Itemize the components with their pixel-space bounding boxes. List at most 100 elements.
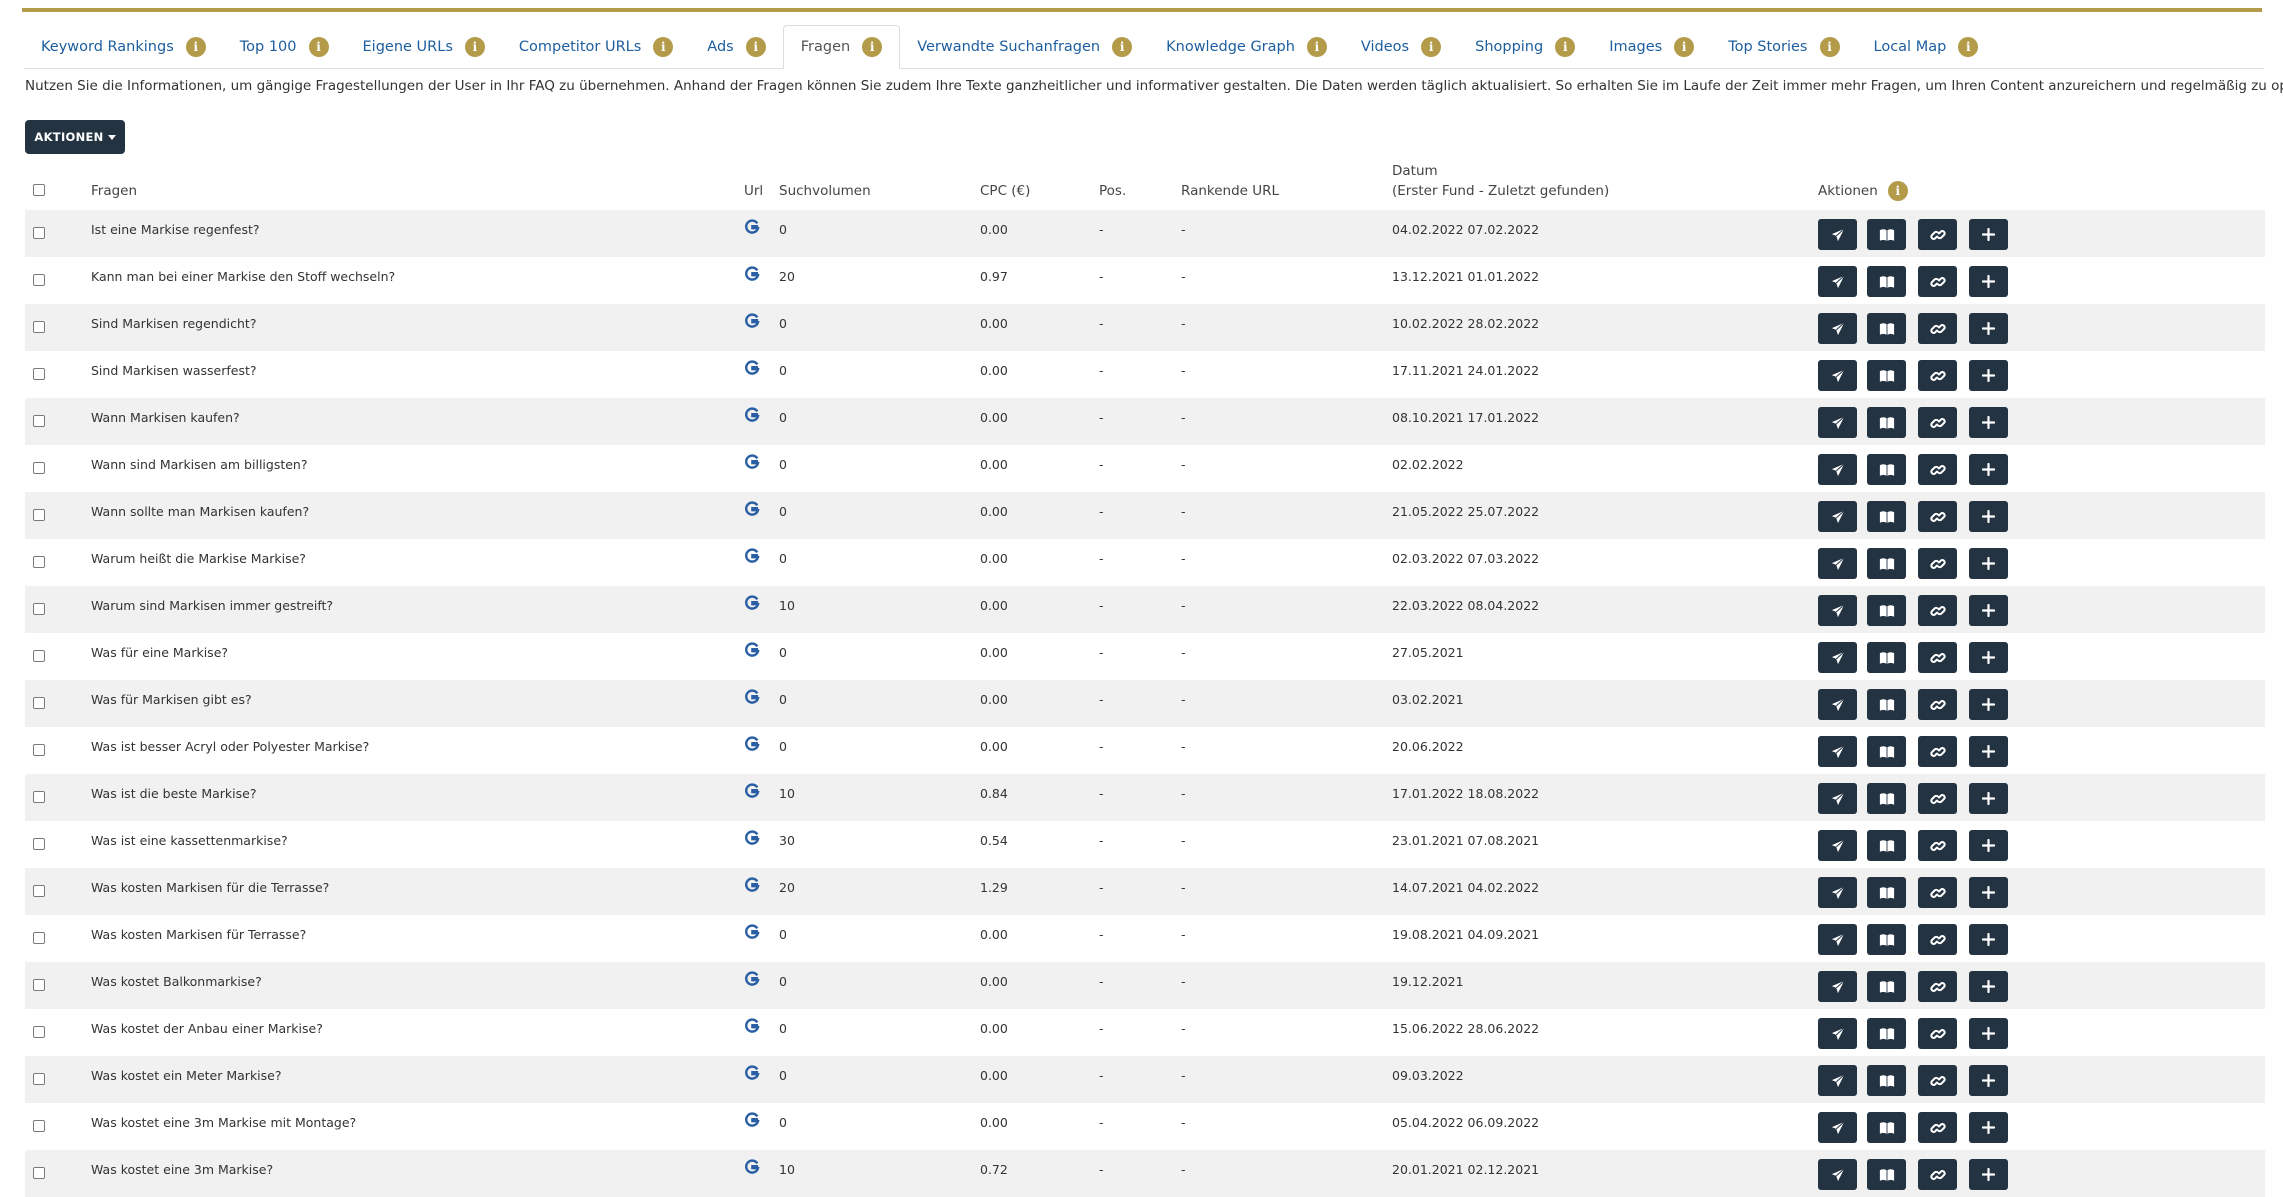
link-button[interactable] (1918, 924, 1957, 955)
send-button[interactable] (1818, 219, 1857, 250)
row-checkbox[interactable] (33, 697, 45, 709)
link-button[interactable] (1918, 595, 1957, 626)
tab-shopping[interactable]: Shopping i (1458, 25, 1592, 68)
book-button[interactable] (1867, 736, 1906, 767)
book-button[interactable] (1867, 1065, 1906, 1096)
google-g-icon[interactable] (744, 783, 760, 799)
link-button[interactable] (1918, 736, 1957, 767)
link-button[interactable] (1918, 219, 1957, 250)
link-button[interactable] (1918, 407, 1957, 438)
google-g-icon[interactable] (744, 501, 760, 517)
row-checkbox[interactable] (33, 274, 45, 286)
book-button[interactable] (1867, 830, 1906, 861)
link-button[interactable] (1918, 1159, 1957, 1190)
info-icon[interactable]: i (862, 37, 883, 57)
add-button[interactable] (1969, 1112, 2008, 1143)
row-checkbox[interactable] (33, 368, 45, 380)
send-button[interactable] (1818, 407, 1857, 438)
column-header-cpc[interactable]: CPC (€) (980, 181, 1030, 201)
send-button[interactable] (1818, 1065, 1857, 1096)
add-button[interactable] (1969, 501, 2008, 532)
column-header-date[interactable]: Datum (Erster Fund - Zuletzt gefunden) (1392, 161, 1609, 201)
google-g-icon[interactable] (744, 877, 760, 893)
tab-fragen[interactable]: Fragen i (782, 25, 901, 69)
row-checkbox[interactable] (33, 1167, 45, 1179)
book-button[interactable] (1867, 689, 1906, 720)
row-checkbox[interactable] (33, 932, 45, 944)
row-checkbox[interactable] (33, 791, 45, 803)
row-checkbox[interactable] (33, 744, 45, 756)
google-g-icon[interactable] (744, 595, 760, 611)
book-button[interactable] (1867, 313, 1906, 344)
row-checkbox[interactable] (33, 838, 45, 850)
row-checkbox[interactable] (33, 885, 45, 897)
row-checkbox[interactable] (33, 603, 45, 615)
send-button[interactable] (1818, 360, 1857, 391)
info-icon[interactable]: i (464, 36, 485, 57)
book-button[interactable] (1867, 219, 1906, 250)
info-icon[interactable]: i (308, 36, 329, 57)
link-button[interactable] (1918, 1112, 1957, 1143)
send-button[interactable] (1818, 454, 1857, 485)
add-button[interactable] (1969, 1018, 2008, 1049)
tab-eigene-urls[interactable]: Eigene URLs i (346, 25, 502, 68)
info-icon[interactable]: i (745, 36, 766, 57)
book-button[interactable] (1867, 783, 1906, 814)
send-button[interactable] (1818, 924, 1857, 955)
send-button[interactable] (1818, 877, 1857, 908)
add-button[interactable] (1969, 736, 2008, 767)
send-button[interactable] (1818, 266, 1857, 297)
tab-verwandte-suchanfragen[interactable]: Verwandte Suchanfragen i (900, 25, 1149, 68)
google-g-icon[interactable] (744, 924, 760, 940)
add-button[interactable] (1969, 1065, 2008, 1096)
link-button[interactable] (1918, 360, 1957, 391)
send-button[interactable] (1818, 736, 1857, 767)
add-button[interactable] (1969, 877, 2008, 908)
info-icon[interactable]: i (1112, 36, 1133, 57)
google-g-icon[interactable] (744, 1159, 760, 1175)
link-button[interactable] (1918, 689, 1957, 720)
info-icon[interactable]: i (1674, 36, 1695, 57)
add-button[interactable] (1969, 924, 2008, 955)
tab-images[interactable]: Images i (1592, 25, 1711, 68)
google-g-icon[interactable] (744, 830, 760, 846)
add-button[interactable] (1969, 595, 2008, 626)
book-button[interactable] (1867, 1018, 1906, 1049)
add-button[interactable] (1969, 219, 2008, 250)
google-g-icon[interactable] (744, 360, 760, 376)
row-checkbox[interactable] (33, 415, 45, 427)
link-button[interactable] (1918, 642, 1957, 673)
add-button[interactable] (1969, 642, 2008, 673)
info-icon[interactable]: i (1958, 36, 1979, 57)
send-button[interactable] (1818, 1112, 1857, 1143)
book-button[interactable] (1867, 501, 1906, 532)
send-button[interactable] (1818, 1159, 1857, 1190)
info-icon[interactable]: i (653, 36, 674, 57)
google-g-icon[interactable] (744, 219, 760, 235)
send-button[interactable] (1818, 501, 1857, 532)
tab-knowledge-graph[interactable]: Knowledge Graph i (1149, 25, 1344, 68)
row-checkbox[interactable] (33, 462, 45, 474)
add-button[interactable] (1969, 689, 2008, 720)
add-button[interactable] (1969, 266, 2008, 297)
link-button[interactable] (1918, 877, 1957, 908)
add-button[interactable] (1969, 313, 2008, 344)
tab-top-stories[interactable]: Top Stories i (1711, 25, 1856, 68)
google-g-icon[interactable] (744, 642, 760, 658)
link-button[interactable] (1918, 501, 1957, 532)
book-button[interactable] (1867, 877, 1906, 908)
row-checkbox[interactable] (33, 321, 45, 333)
add-button[interactable] (1969, 971, 2008, 1002)
row-checkbox[interactable] (33, 1073, 45, 1085)
send-button[interactable] (1818, 783, 1857, 814)
link-button[interactable] (1918, 454, 1957, 485)
send-button[interactable] (1818, 689, 1857, 720)
book-button[interactable] (1867, 548, 1906, 579)
info-icon[interactable]: i (1819, 36, 1840, 57)
add-button[interactable] (1969, 548, 2008, 579)
book-button[interactable] (1867, 266, 1906, 297)
column-header-url[interactable]: Url (744, 181, 763, 201)
row-checkbox[interactable] (33, 509, 45, 521)
link-button[interactable] (1918, 830, 1957, 861)
add-button[interactable] (1969, 407, 2008, 438)
